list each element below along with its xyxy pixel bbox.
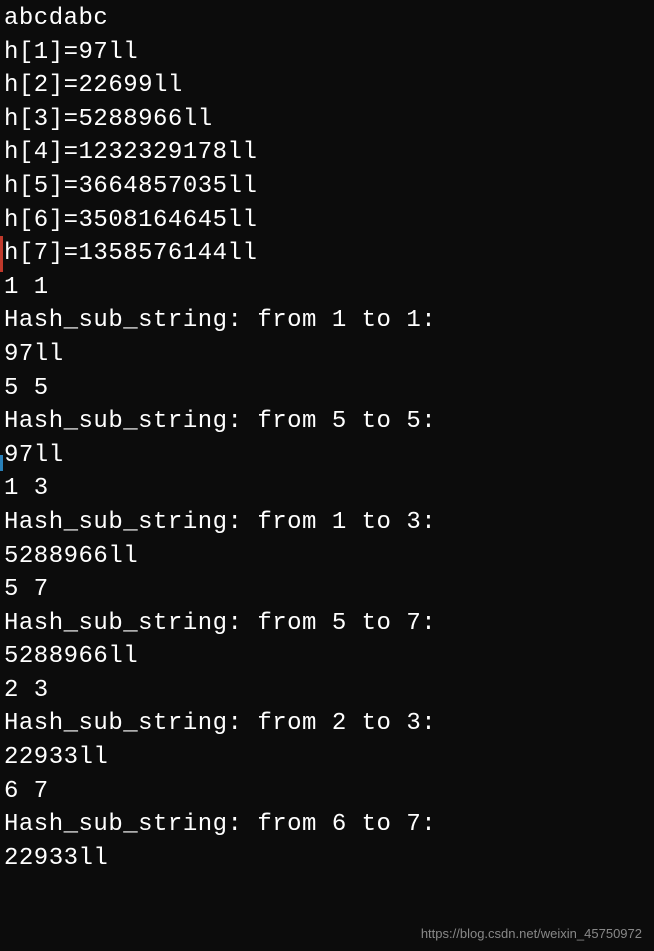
output-line: Hash_sub_string: from 6 to 7: [4, 808, 650, 842]
output-line: 1 3 [4, 472, 650, 506]
output-line: Hash_sub_string: from 5 to 5: [4, 405, 650, 439]
output-line: h[7]=1358576144ll [4, 237, 650, 271]
terminal-output: abcdabc h[1]=97ll h[2]=22699ll h[3]=5288… [4, 2, 650, 875]
output-line: 22933ll [4, 741, 650, 775]
output-line: 22933ll [4, 842, 650, 876]
output-line: h[4]=1232329178ll [4, 136, 650, 170]
output-line: h[6]=3508164645ll [4, 204, 650, 238]
output-line: 5 7 [4, 573, 650, 607]
output-line: 6 7 [4, 775, 650, 809]
output-line: h[3]=5288966ll [4, 103, 650, 137]
output-line: 5 5 [4, 372, 650, 406]
output-line: h[1]=97ll [4, 36, 650, 70]
watermark-text: https://blog.csdn.net/weixin_45750972 [421, 925, 642, 943]
output-line: 2 3 [4, 674, 650, 708]
gutter-marker-blue [0, 455, 3, 471]
output-line: h[2]=22699ll [4, 69, 650, 103]
output-line: 97ll [4, 439, 650, 473]
output-line: Hash_sub_string: from 2 to 3: [4, 707, 650, 741]
output-line: Hash_sub_string: from 1 to 1: [4, 304, 650, 338]
output-line: Hash_sub_string: from 5 to 7: [4, 607, 650, 641]
gutter-marker-red [0, 236, 3, 272]
output-line: 5288966ll [4, 540, 650, 574]
output-line: 97ll [4, 338, 650, 372]
output-line: Hash_sub_string: from 1 to 3: [4, 506, 650, 540]
output-line: 5288966ll [4, 640, 650, 674]
output-line: 1 1 [4, 271, 650, 305]
output-line: h[5]=3664857035ll [4, 170, 650, 204]
output-line: abcdabc [4, 2, 650, 36]
